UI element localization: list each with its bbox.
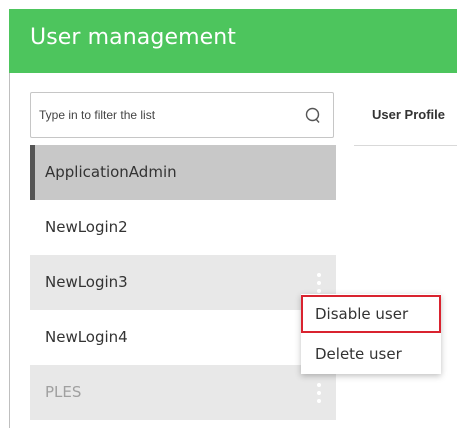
tab-user-profile[interactable]: User Profile <box>372 107 445 122</box>
list-item-label: PLES <box>45 383 82 401</box>
search-icon[interactable] <box>303 107 321 125</box>
list-item-label: NewLogin2 <box>45 218 128 236</box>
page-title: User management <box>30 25 237 50</box>
list-item-applicationadmin[interactable]: ApplicationAdmin <box>30 145 336 200</box>
list-item-ples[interactable]: PLES <box>30 365 336 420</box>
search-input[interactable] <box>39 93 294 137</box>
more-options-icon[interactable] <box>316 273 322 293</box>
search-box[interactable] <box>30 92 334 138</box>
delete-user-menu-item[interactable]: Delete user <box>301 335 441 373</box>
disable-user-menu-item[interactable]: Disable user <box>301 295 441 333</box>
app-header: User management <box>9 9 457 73</box>
user-list: ApplicationAdmin NewLogin2 NewLogin3 New… <box>30 145 336 420</box>
more-options-icon[interactable] <box>316 383 322 403</box>
list-item-newlogin4[interactable]: NewLogin4 <box>30 310 336 365</box>
list-item-label: ApplicationAdmin <box>45 163 177 181</box>
list-item-newlogin2[interactable]: NewLogin2 <box>30 200 336 255</box>
list-item-newlogin3[interactable]: NewLogin3 <box>30 255 336 310</box>
context-menu: Disable user Delete user <box>301 294 441 374</box>
list-item-label: NewLogin3 <box>45 273 128 291</box>
tab-divider <box>354 145 457 146</box>
list-item-label: NewLogin4 <box>45 328 128 346</box>
